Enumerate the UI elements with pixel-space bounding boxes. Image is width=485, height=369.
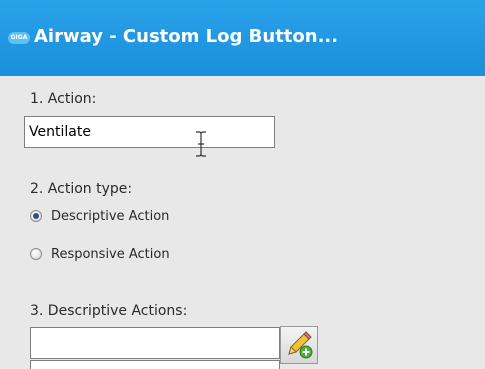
- radio-label-responsive: Responsive Action: [51, 246, 170, 262]
- edit-descriptive-actions-button[interactable]: [280, 326, 318, 364]
- descriptive-actions-list[interactable]: [30, 360, 280, 369]
- app-logo-icon: GIGA: [8, 32, 30, 44]
- descriptive-actions-input[interactable]: [30, 327, 280, 359]
- pencil-add-icon: [288, 331, 313, 359]
- custom-log-button-dialog: GIGA Airway - Custom Log Button... 1. Ac…: [0, 0, 485, 369]
- text-cursor-icon: [196, 131, 206, 157]
- radio-responsive-action[interactable]: Responsive Action: [30, 245, 170, 263]
- radio-button-checked[interactable]: [30, 210, 42, 222]
- window-title: Airway - Custom Log Button...: [34, 26, 339, 47]
- title-bar: GIGA Airway - Custom Log Button...: [0, 0, 485, 76]
- action-input[interactable]: [24, 116, 275, 148]
- radio-button-unchecked[interactable]: [30, 248, 42, 260]
- action-label: 1. Action:: [30, 91, 97, 107]
- radio-label-descriptive: Descriptive Action: [51, 208, 170, 224]
- descriptive-actions-label: 3. Descriptive Actions:: [30, 303, 188, 319]
- action-type-label: 2. Action type:: [30, 181, 133, 197]
- radio-descriptive-action[interactable]: Descriptive Action: [30, 207, 169, 225]
